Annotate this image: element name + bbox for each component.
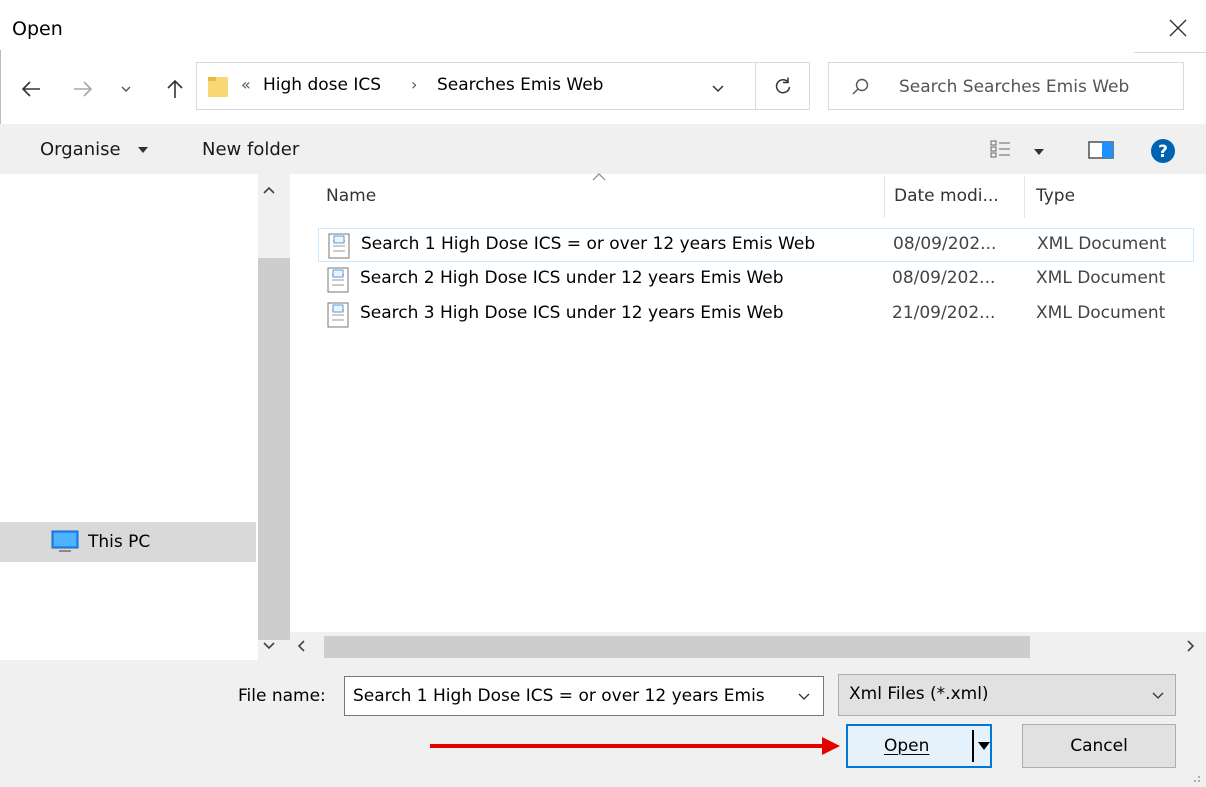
address-dropdown-icon[interactable] [711,81,725,95]
close-button[interactable] [1162,12,1194,44]
scroll-left-icon[interactable] [296,639,308,653]
file-name: Search 1 High Dose ICS = or over 12 year… [361,234,816,254]
open-button[interactable]: Open [846,724,992,768]
breadcrumb-item-high-dose-ics[interactable]: High dose ICS [263,75,381,95]
file-type: XML Document [1036,268,1166,288]
search-icon [852,78,869,95]
resize-grip-icon[interactable] [1186,770,1202,784]
scroll-down-icon[interactable] [262,640,276,652]
organise-dropdown-icon [138,147,148,153]
arrow-left-icon [21,81,40,97]
refresh-icon [775,77,790,94]
chevron-down-icon [1152,692,1164,699]
new-folder-button[interactable]: New folder [194,125,314,175]
file-type: XML Document [1036,303,1166,323]
xml-file-icon [327,267,349,293]
scroll-right-icon[interactable] [1184,639,1196,653]
search-input[interactable] [899,73,1179,101]
sidebar-item-this-pc[interactable]: This PC [0,522,256,562]
arrow-right-icon [74,81,93,97]
file-name: Search 2 High Dose ICS under 12 years Em… [360,268,784,288]
title-divider [1134,52,1206,53]
file-list-scroll-thumb[interactable] [324,636,1030,658]
file-row[interactable]: Search 2 High Dose ICS under 12 years Em… [318,263,1194,297]
file-row[interactable]: Search 3 High Dose ICS under 12 years Em… [318,298,1194,332]
preview-pane-button[interactable] [1084,135,1120,165]
svg-text:?: ? [1158,142,1168,162]
change-view-button[interactable] [984,135,1054,165]
computer-icon [51,530,79,552]
preview-pane-icon [1088,141,1114,159]
file-name-combobox[interactable] [344,676,824,716]
file-type-value: Xml Files (*.xml) [849,684,989,704]
organise-button[interactable]: Organise [30,125,162,175]
window-title: Open [12,18,63,40]
breadcrumb-item-searches-emis-web[interactable]: Searches Emis Web [437,75,603,95]
recent-locations-button[interactable] [116,72,136,106]
navigation-pane[interactable] [0,174,258,660]
column-header-type[interactable]: Type [1036,186,1075,206]
view-dropdown-icon [1034,149,1044,155]
column-header-name[interactable]: Name [326,186,376,206]
view-options-icon [990,140,1010,158]
scroll-up-icon[interactable] [262,184,276,196]
file-type-select[interactable]: Xml Files (*.xml) [838,674,1176,716]
search-box[interactable] [828,62,1184,110]
refresh-button[interactable] [756,62,810,110]
sort-ascending-icon [592,173,606,181]
file-date: 21/09/202... [892,303,996,323]
help-button[interactable]: ? [1146,135,1178,165]
chevron-down-icon[interactable] [797,691,811,703]
open-button-split [972,730,974,762]
file-type: XML Document [1037,234,1167,254]
open-dropdown-icon[interactable] [978,742,990,750]
close-icon [1169,19,1187,37]
file-date: 08/09/202... [892,268,996,288]
arrow-up-icon [167,79,183,98]
up-button[interactable] [160,72,190,106]
address-bar[interactable]: « High dose ICS › Searches Emis Web [196,62,756,110]
file-name: Search 3 High Dose ICS under 12 years Em… [360,303,784,323]
help-icon: ? [1151,139,1175,163]
file-name-input[interactable] [353,683,783,709]
open-button-label: Open [884,736,930,756]
chevron-down-icon [121,86,131,92]
breadcrumb-separator: › [411,75,418,94]
file-name-label: File name: [238,686,326,706]
column-separator[interactable] [1024,176,1025,218]
breadcrumb-overflow[interactable]: « [241,75,251,94]
navigation-pane-scroll-thumb[interactable] [258,258,290,640]
xml-file-icon [327,302,349,328]
new-folder-label: New folder [202,139,300,160]
command-bar: Organise New folder ? [0,124,1206,174]
sidebar-item-label: This PC [88,532,151,552]
cancel-button[interactable]: Cancel [1022,724,1176,768]
xml-file-icon [328,233,350,259]
forward-button[interactable] [68,72,98,106]
file-row[interactable]: Search 1 High Dose ICS = or over 12 year… [318,228,1194,262]
column-separator[interactable] [884,176,885,218]
annotation-arrow [430,737,840,755]
column-header-date-modified[interactable]: Date modi... [894,186,999,206]
back-button[interactable] [16,72,46,106]
file-date: 08/09/202... [893,234,997,254]
folder-icon [208,77,228,97]
cancel-button-label: Cancel [1070,736,1128,756]
organise-label: Organise [40,139,121,160]
